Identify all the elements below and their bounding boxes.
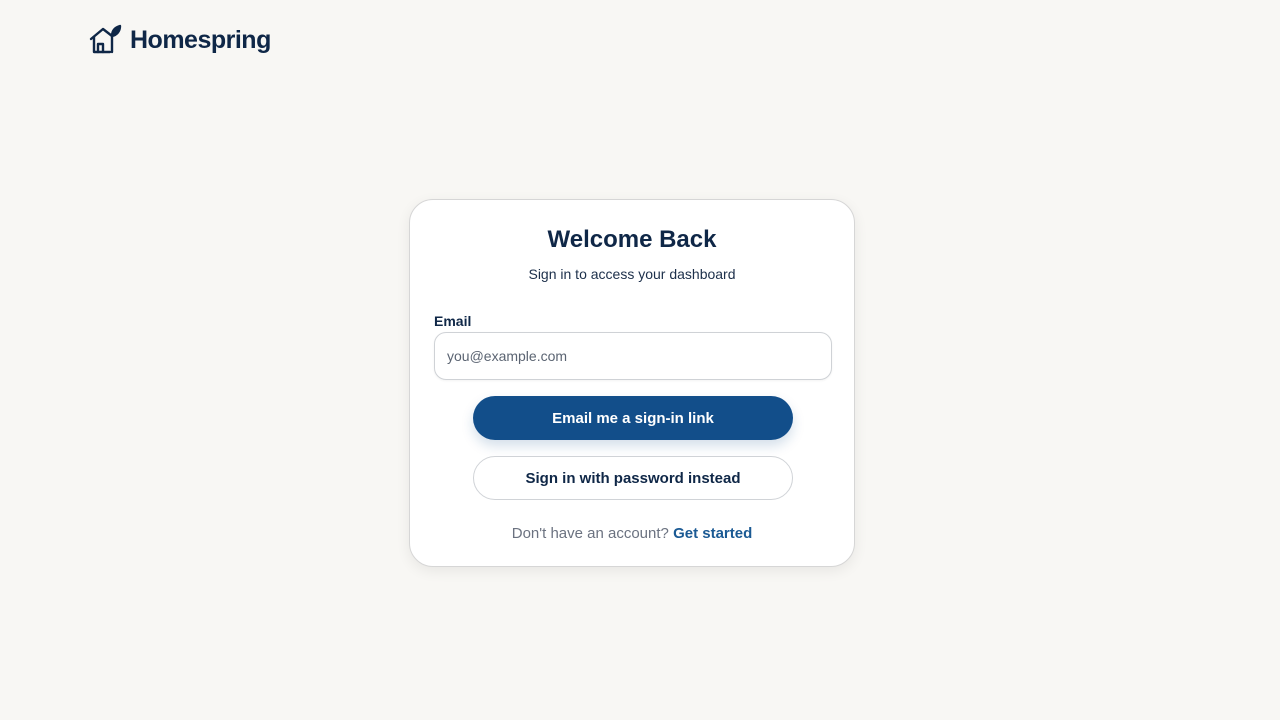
brand-home-link[interactable]: Homespring: [88, 24, 271, 56]
email-field[interactable]: [434, 332, 832, 380]
house-with-sprout-icon: [88, 24, 122, 56]
sign-in-card: Welcome Back Sign in to access your dash…: [409, 199, 855, 567]
password-sign-in-button[interactable]: Sign in with password instead: [473, 456, 793, 500]
email-label: Email: [434, 313, 472, 329]
sign-in-page: Homespring Welcome Back Sign in to acces…: [0, 0, 1280, 720]
email-sign-in-link-button[interactable]: Email me a sign-in link: [473, 396, 793, 440]
get-started-link[interactable]: Get started: [673, 525, 752, 542]
signup-prompt-text: Don't have an account?: [511, 525, 669, 542]
card-subtitle: Sign in to access your dashboard: [528, 266, 736, 282]
card-title: Welcome Back: [547, 226, 717, 253]
brand-name: Homespring: [130, 25, 271, 54]
signup-prompt: Don't have an account? Get started: [410, 525, 854, 542]
